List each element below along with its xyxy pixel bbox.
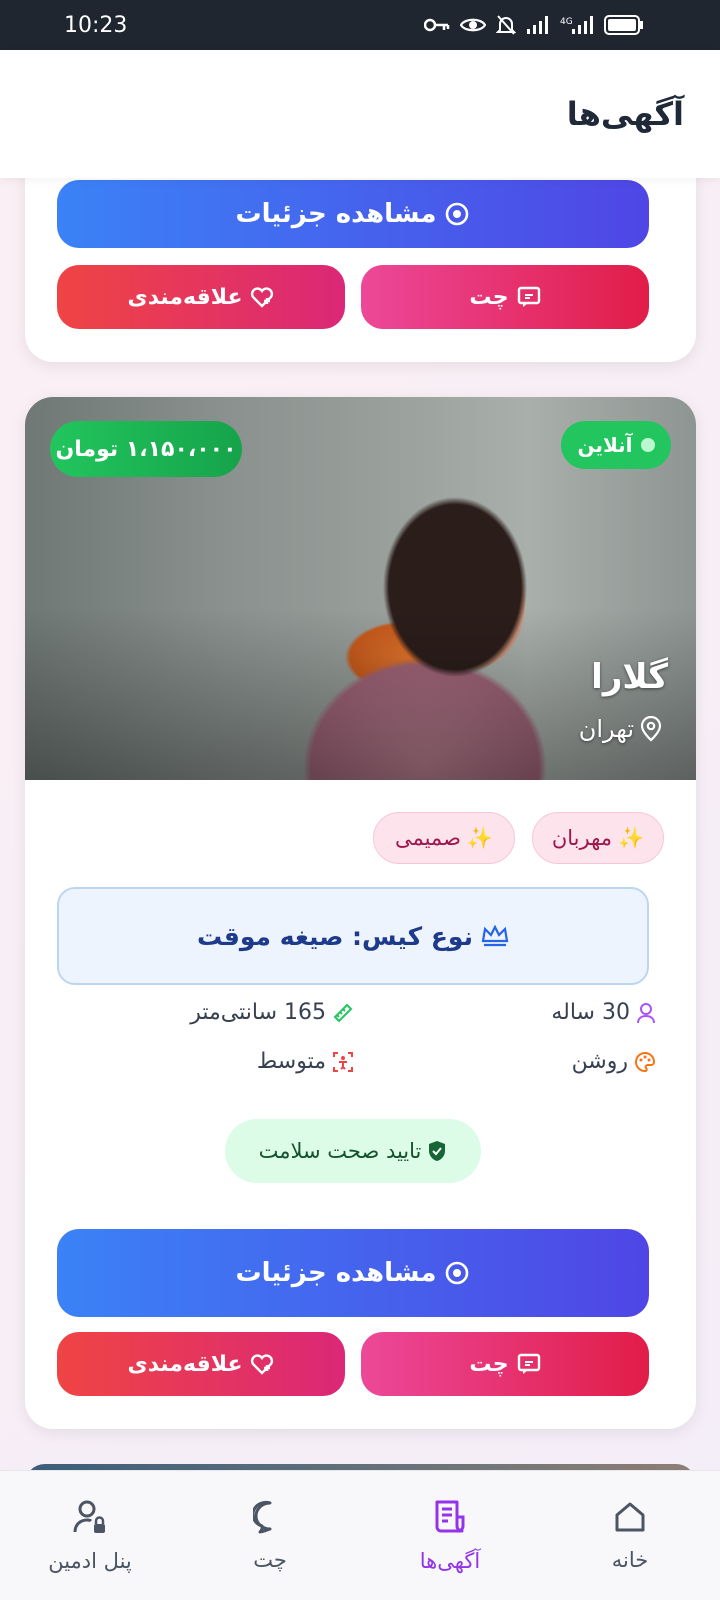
- chat-bubble-icon: [253, 1500, 272, 1533]
- favorite-button[interactable]: علاقه‌مندی: [57, 1332, 345, 1396]
- shield-check-icon: [429, 1141, 446, 1161]
- chat-icon: [517, 1353, 540, 1374]
- body-label: متوسط: [256, 1049, 326, 1074]
- nav-label-admin: پنل ادمین: [48, 1548, 132, 1573]
- city-label: تهران: [578, 715, 634, 743]
- body-scan-icon: [333, 1051, 353, 1072]
- document-icon: [435, 1500, 465, 1532]
- person-icon: [637, 1002, 655, 1023]
- nav-item-chat[interactable]: چت: [180, 1471, 360, 1600]
- age-stat: 30 ساله: [551, 1000, 656, 1025]
- health-badge: تایید صحت سلامت: [225, 1119, 481, 1183]
- case-type-box: نوع کیس: صیغه موقت: [57, 887, 649, 985]
- eye-icon: [446, 1261, 469, 1285]
- tag-label: صمیمی: [394, 826, 461, 850]
- case-type-label: نوع کیس: صیغه موقت: [197, 921, 473, 951]
- sparkle-icon: ✨: [618, 825, 645, 850]
- app-bar: آگهی‌ها: [0, 50, 720, 178]
- battery-icon: [604, 15, 643, 35]
- tag-label: مهربان: [551, 826, 613, 850]
- heart-plus-icon: [251, 1354, 274, 1375]
- home-icon: [615, 1502, 645, 1531]
- heart-plus-icon: [251, 287, 274, 308]
- view-details-button[interactable]: مشاهده جزئیات: [57, 1229, 649, 1317]
- chat-button[interactable]: چت: [361, 1332, 649, 1396]
- price-badge: ۱،۱۵۰،۰۰۰ تومان: [50, 421, 242, 477]
- 4g-signal-icon: 4G: [560, 16, 593, 34]
- listing-card[interactable]: آنلاین ۱،۱۵۰،۰۰۰ تومان گلارا تهران ✨ مهر…: [25, 397, 696, 1429]
- online-label: آنلاین: [577, 433, 633, 457]
- bottom-nav: خانه آگهی‌ها چت پنل ادمین: [0, 1470, 720, 1600]
- crown-icon: [481, 925, 509, 947]
- chat-icon: [517, 286, 540, 307]
- body-stat: متوسط: [257, 1049, 354, 1074]
- skin-label: روشن: [571, 1049, 628, 1074]
- nav-label-chat: چت: [253, 1547, 287, 1572]
- age-label: 30 ساله: [551, 1000, 630, 1025]
- signal-icon: [527, 16, 548, 34]
- view-details-label: مشاهده جزئیات: [235, 1258, 437, 1288]
- view-details-label: مشاهده جزئیات: [235, 199, 437, 229]
- eye-icon: [460, 18, 486, 32]
- nav-item-home[interactable]: خانه: [540, 1471, 720, 1600]
- sparkle-icon: ✨: [466, 825, 494, 850]
- listing-location: تهران: [579, 715, 662, 743]
- nav-item-ads[interactable]: آگهی‌ها: [360, 1471, 540, 1600]
- bell-off-icon: [496, 15, 516, 35]
- favorite-label: علاقه‌مندی: [127, 284, 243, 310]
- skin-stat: روشن: [572, 1049, 656, 1074]
- status-icons: 4G: [424, 14, 644, 36]
- health-label: تایید صحت سلامت: [258, 1139, 422, 1163]
- status-time: 10:23: [64, 12, 128, 38]
- nav-item-admin[interactable]: پنل ادمین: [0, 1471, 180, 1600]
- eye-icon: [446, 202, 469, 226]
- listing-name: گلارا: [591, 657, 668, 697]
- admin-user-lock-icon: [73, 1500, 105, 1533]
- height-label: 165 سانتی‌متر: [190, 1000, 326, 1025]
- location-pin-icon: [640, 716, 662, 742]
- price-label: ۱،۱۵۰،۰۰۰ تومان: [55, 436, 237, 462]
- view-details-button[interactable]: مشاهده جزئیات: [57, 180, 649, 248]
- chat-label: چت: [469, 284, 509, 310]
- chat-button[interactable]: چت: [361, 265, 649, 329]
- tag-item: ✨ مهربان: [532, 812, 664, 864]
- key-icon: [424, 18, 450, 32]
- nav-label-ads: آگهی‌ها: [419, 1548, 481, 1573]
- page-title: آگهی‌ها: [566, 95, 684, 133]
- palette-icon: [635, 1051, 656, 1072]
- svg-text:4G: 4G: [560, 17, 573, 27]
- nav-label-home: خانه: [611, 1547, 649, 1572]
- favorite-button[interactable]: علاقه‌مندی: [57, 265, 345, 329]
- status-bar: 10:23 4G: [0, 0, 720, 50]
- height-stat: 165 سانتی‌متر: [190, 1000, 354, 1025]
- favorite-label: علاقه‌مندی: [127, 1351, 243, 1377]
- tag-item: ✨ صمیمی: [373, 812, 515, 864]
- online-dot-icon: [640, 438, 655, 452]
- online-badge: آنلاین: [561, 421, 671, 469]
- ruler-icon: [333, 1003, 353, 1022]
- chat-label: چت: [469, 1351, 509, 1377]
